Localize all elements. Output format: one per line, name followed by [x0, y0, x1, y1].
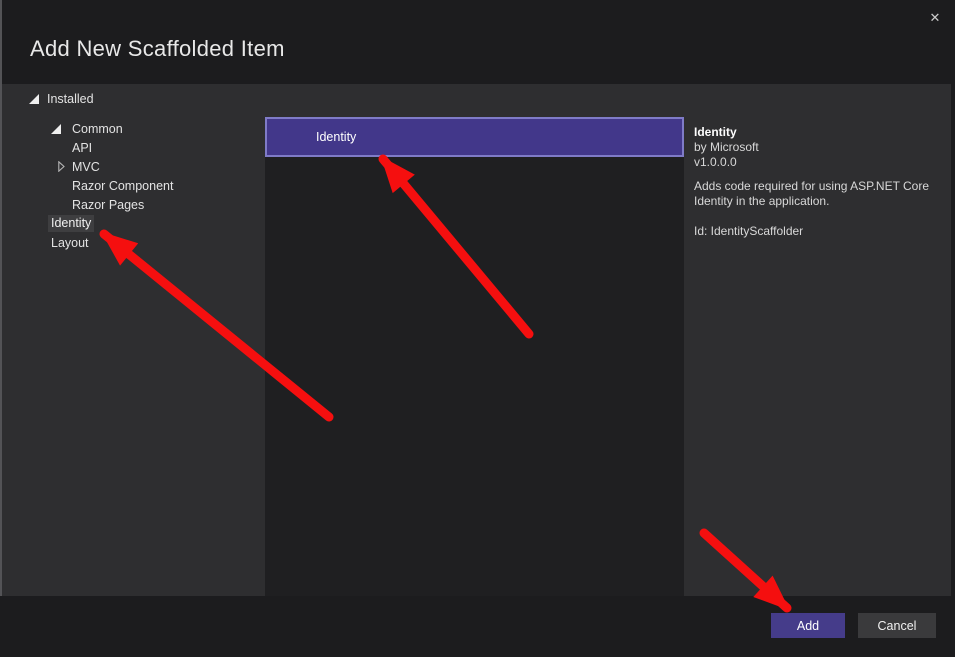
add-button[interactable]: Add	[771, 613, 845, 638]
cancel-button[interactable]: Cancel	[858, 613, 936, 638]
tree-item-razor-pages[interactable]: Razor Pages	[2, 195, 265, 214]
template-item-label-identity: Identity	[316, 130, 356, 144]
cancel-button-label: Cancel	[878, 619, 917, 633]
dialog-title-bar: Add New Scaffolded Item	[2, 0, 955, 84]
tree-item-common[interactable]: Common	[2, 119, 265, 138]
tree-item-label-layout: Layout	[51, 236, 89, 250]
close-button[interactable]: ✕	[920, 5, 950, 31]
tree-item-label-installed: Installed	[47, 92, 94, 106]
template-name: Identity	[694, 125, 941, 140]
tree-glyph-box	[29, 94, 47, 104]
tree-expanded-icon[interactable]	[29, 94, 39, 104]
tree-item-label-common: Common	[72, 122, 123, 136]
tree-item-mvc[interactable]: MVC	[2, 157, 265, 176]
tree-item-label-razor-pages: Razor Pages	[72, 198, 144, 212]
tree-item-label-identity: Identity	[48, 215, 94, 232]
tree-glyph-box	[51, 161, 72, 172]
tree-item-layout[interactable]: Layout	[2, 233, 265, 252]
tree-item-label-razor-component: Razor Component	[72, 179, 173, 193]
tree-item-label-api: API	[72, 141, 92, 155]
dialog-title: Add New Scaffolded Item	[30, 36, 285, 62]
dialog-footer: Add Cancel	[0, 596, 955, 657]
tree-item-identity[interactable]: Identity	[2, 214, 265, 233]
add-scaffolded-item-dialog: Add New Scaffolded Item ✕ Installed Commo…	[0, 0, 955, 657]
template-details-panel: Identity by Microsoft v1.0.0.0 Adds code…	[684, 84, 951, 596]
template-author: by Microsoft	[694, 140, 941, 155]
template-description: Adds code required for using ASP.NET Cor…	[694, 179, 944, 209]
template-item-identity[interactable]: Identity	[265, 117, 684, 157]
tree-glyph-box	[51, 124, 72, 134]
tree-collapsed-icon[interactable]	[58, 161, 65, 172]
dialog-body: Installed Common API MVC Razor Component Razo…	[2, 84, 951, 596]
add-button-label: Add	[797, 619, 819, 633]
tree-item-label-mvc: MVC	[72, 160, 100, 174]
tree-item-api[interactable]: API	[2, 138, 265, 157]
template-version: v1.0.0.0	[694, 155, 941, 170]
close-icon: ✕	[930, 10, 941, 26]
scaffolder-category-tree: Installed Common API MVC Razor Component Razo…	[2, 89, 265, 252]
tree-item-installed[interactable]: Installed	[2, 89, 265, 108]
tree-item-razor-component[interactable]: Razor Component	[2, 176, 265, 195]
template-id: Id: IdentityScaffolder	[694, 224, 941, 239]
template-list: Identity	[265, 117, 684, 596]
tree-expanded-icon[interactable]	[51, 124, 61, 134]
